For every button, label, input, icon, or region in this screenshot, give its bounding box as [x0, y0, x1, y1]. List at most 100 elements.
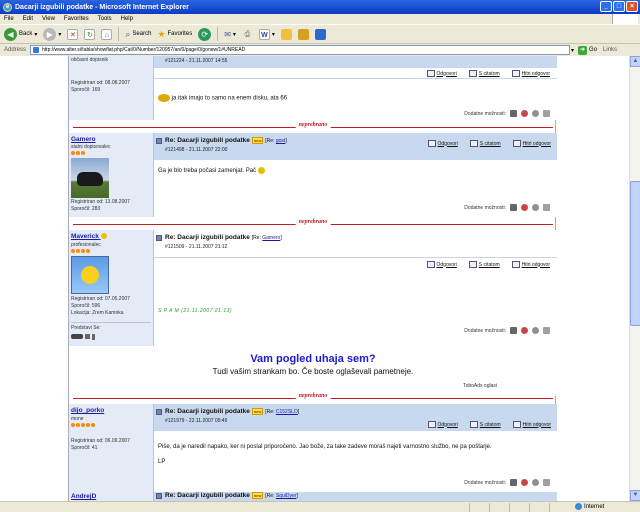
ad-banner[interactable]: Vam pogled uhaja sem? Tudi vašim stranka…	[69, 346, 557, 396]
mail-button[interactable]: ✉ ▾	[224, 30, 236, 39]
reply-button[interactable]: Odgovori	[427, 261, 457, 268]
post-text: Ga je blo treba počasi zamenjat. Pač	[158, 167, 265, 174]
print-icon[interactable]: ⎙	[242, 29, 253, 40]
vertical-scrollbar[interactable]: ▲ ▼	[629, 56, 640, 501]
quick-reply-button[interactable]: Hitri odgovor	[512, 261, 550, 268]
menu-view[interactable]: View	[42, 16, 55, 22]
post-title-text: Re: Dacarji izgubili podatke	[165, 234, 250, 241]
go-button[interactable]: ➜ Go	[578, 45, 597, 55]
post-header: Re: Dacarji izgubili podatke new [Re: C1…	[154, 404, 557, 431]
reply-button[interactable]: Odgovori	[428, 421, 458, 428]
chevron-down-icon[interactable]: ▾	[58, 31, 61, 38]
close-button[interactable]: ×	[626, 1, 638, 12]
unread-divider: neprebrano	[69, 393, 557, 402]
reply-ref: [Re: Gamero]	[252, 235, 282, 241]
quick-reply-button[interactable]: Hitri odgovor	[513, 140, 551, 147]
post-title-text: Re: Dacarji izgubili podatke	[165, 137, 250, 145]
chevron-down-icon[interactable]: ▾	[34, 31, 37, 38]
reply-ref-suffix: ]	[296, 493, 298, 500]
minimize-button[interactable]: _	[600, 1, 612, 12]
menu-help[interactable]: Help	[121, 16, 133, 22]
menu-tools[interactable]: Tools	[98, 16, 112, 22]
mail-icon: ✉	[224, 29, 231, 39]
ad-provider[interactable]: ToboAds oglasi	[463, 383, 497, 389]
print-post-icon[interactable]	[543, 110, 550, 117]
quote-button[interactable]: S citatom	[469, 261, 500, 268]
email-icon[interactable]	[532, 204, 539, 211]
notify-icon[interactable]	[510, 327, 517, 334]
report-icon[interactable]	[521, 327, 528, 334]
maximize-button[interactable]: □	[613, 1, 625, 12]
ad-headline[interactable]: Vam pogled uhaja sem?	[69, 353, 557, 365]
username[interactable]: Gamero	[71, 136, 96, 143]
more-options-label: Dodatne možnosti:	[464, 479, 506, 486]
quick-reply-button[interactable]: Hitri odgovor	[513, 421, 551, 428]
zone-label: Internet	[584, 503, 605, 510]
reply-ref-link[interactable]: C152SLO	[276, 409, 298, 415]
print-post-icon[interactable]	[543, 204, 550, 211]
home-icon[interactable]: ⌂	[101, 28, 113, 40]
quote-button[interactable]: S citatom	[470, 421, 501, 428]
unread-label: neprebrano	[295, 393, 331, 399]
menu-edit[interactable]: Edit	[23, 16, 33, 22]
forward-button[interactable]: ▶ ▾	[43, 27, 61, 41]
username[interactable]: AndrejD	[71, 493, 96, 500]
email-icon[interactable]	[532, 110, 539, 117]
user-registered: Registriran od: 06.09.2007	[71, 438, 130, 444]
favorites-button[interactable]: ★ Favorites	[157, 29, 192, 40]
messenger-icon[interactable]	[297, 28, 309, 40]
user-registered: Registriran od: 13.08.2007	[71, 199, 130, 205]
folder-icon[interactable]	[280, 28, 292, 40]
search-button[interactable]: ⌕ Search	[125, 29, 151, 40]
print-post-icon[interactable]	[543, 327, 550, 334]
unread-label: neprebrano	[295, 219, 331, 225]
email-icon[interactable]	[532, 479, 539, 486]
edit-button[interactable]: W ▾	[258, 28, 275, 40]
notify-icon[interactable]	[510, 479, 517, 486]
menu-favorites[interactable]: Favorites	[64, 16, 89, 22]
reply-ref-link[interactable]: SquiDyer	[276, 493, 297, 499]
notify-icon[interactable]	[510, 110, 517, 117]
username[interactable]: dijo_porko	[71, 407, 104, 414]
report-icon[interactable]	[521, 204, 528, 211]
address-input[interactable]: http://www.alter.si/tabla/showflat.php/C…	[30, 45, 571, 55]
refresh-icon[interactable]: ↻	[84, 28, 96, 40]
history-icon[interactable]: ⟳	[198, 27, 212, 41]
stop-icon[interactable]: ✕	[67, 28, 79, 40]
avatar	[71, 158, 109, 198]
menu-file[interactable]: File	[4, 16, 14, 22]
quote-button[interactable]: S citatom	[470, 140, 501, 147]
chevron-down-icon[interactable]: ▾	[272, 31, 275, 38]
post: AndrejD Re: Dacarji izgubili podatke new…	[69, 492, 557, 501]
post-title: Re: Dacarji izgubili podatke new [Re: Sq…	[165, 492, 298, 499]
reply-ref-link[interactable]: Gamero	[262, 235, 280, 241]
print-post-icon[interactable]	[543, 479, 550, 486]
forward-arrow-icon: ▶	[43, 27, 57, 41]
user-rank: občasni dopisnik	[71, 57, 108, 63]
ad-subline[interactable]: Tudi vašim strankam bo. Če boste oglašev…	[69, 367, 557, 376]
reply-ref-link[interactable]: gost	[276, 138, 285, 144]
notify-icon[interactable]	[510, 204, 517, 211]
reply-button[interactable]: Odgovori	[428, 140, 458, 147]
back-button[interactable]: ◀ Back ▾	[4, 27, 37, 41]
scroll-up-icon[interactable]: ▲	[630, 56, 640, 67]
user-registered: Registriran od: 07.05.2007	[71, 296, 130, 302]
report-icon[interactable]	[521, 479, 528, 486]
report-icon[interactable]	[521, 110, 528, 117]
quick-reply-button[interactable]: Hitri odgovor	[512, 70, 550, 77]
page-viewport: občasni dopisnik Registriran od: 08.08.2…	[0, 56, 629, 501]
scroll-down-icon[interactable]: ▼	[630, 490, 640, 501]
scroll-thumb[interactable]	[630, 181, 640, 326]
links-button[interactable]: Links	[603, 47, 617, 53]
chevron-down-icon[interactable]: ▾	[233, 31, 236, 38]
quote-button[interactable]: S citatom	[469, 70, 500, 77]
email-icon[interactable]	[532, 327, 539, 334]
username[interactable]: Maverick	[71, 233, 107, 240]
unread-label: neprebrano	[295, 122, 331, 128]
left-margin	[0, 56, 68, 501]
reply-button[interactable]: Odgovori	[427, 70, 457, 77]
chevron-down-icon[interactable]: ▾	[571, 47, 574, 54]
smiley-icon	[257, 167, 265, 174]
post-title: Re: Dacarji izgubili podatke new [Re: C1…	[165, 408, 299, 415]
research-icon[interactable]	[314, 28, 326, 40]
